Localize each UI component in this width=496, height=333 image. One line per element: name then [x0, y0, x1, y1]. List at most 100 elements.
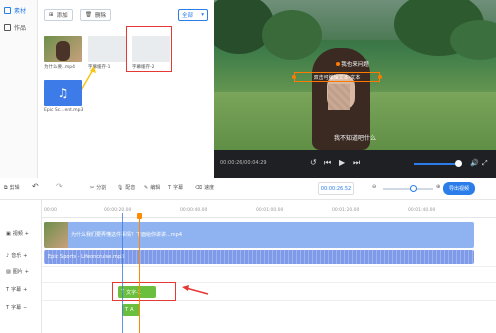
preview-player: 我也来问题 双击可编辑文本-文本 我不知道吧什么 00:00:26/00:04:… [214, 0, 496, 178]
zoom-out-icon[interactable]: ⊖ [372, 184, 376, 190]
volume-icon[interactable]: 🔊 [470, 158, 479, 168]
play-icon[interactable]: ▶ [339, 158, 345, 168]
track-label-text: 字幕 [11, 287, 22, 293]
add-button-label: 添加 [56, 13, 68, 19]
clip-thumbnail [44, 222, 68, 248]
mosaic-blur [328, 84, 350, 110]
track-label-text: 音乐 [11, 253, 22, 259]
add-icon[interactable]: + [23, 287, 27, 293]
edit-label: 编辑 [150, 185, 161, 191]
split-button[interactable]: ✂ 分割 [90, 184, 107, 192]
time-ruler[interactable]: 00:00 00:00:20.00 00:00:40.00 00:01:00.0… [42, 200, 496, 218]
audio-clip[interactable]: Epic Sports - Lifeoncruise.mp3 [44, 250, 474, 264]
voice-button[interactable]: 🎙 配音 [117, 184, 136, 192]
text-track-icon: T [6, 286, 10, 293]
edit-button[interactable]: ✎ 编辑 [144, 184, 161, 192]
tick-label: 00:00:40.00 [180, 208, 208, 213]
video-track-icon: ▣ [6, 230, 11, 237]
video-frame[interactable]: 我也来问题 双击可编辑文本-文本 我不知道吧什么 [214, 0, 496, 150]
tree [450, 20, 496, 60]
overlay-text-top: 我也来问题 [341, 62, 369, 68]
track-label-subtitle-1: T 字幕 + [6, 286, 27, 294]
track-labels: ▣ 视频 + ♪ 音乐 + ▨ 图片 + T 字幕 + T 字幕 − [0, 200, 42, 333]
track-divider [42, 282, 496, 283]
media-caption: Epic Sc...ent.mp3 [44, 108, 84, 113]
zoom-in-icon[interactable]: ⊕ [436, 184, 440, 190]
music-track-icon: ♪ [6, 252, 10, 259]
current-time-field[interactable]: 00:00:26.52 [318, 182, 354, 195]
fullscreen-icon[interactable]: ⤢ [482, 158, 488, 168]
subtitle-button[interactable]: T 字幕 [168, 184, 184, 192]
playhead-handle[interactable] [137, 213, 142, 219]
next-frame-icon[interactable]: ⏭ [353, 158, 360, 168]
playhead[interactable] [139, 213, 140, 333]
split-label: 分割 [96, 185, 107, 191]
redo-icon[interactable]: ↷ [56, 182, 63, 191]
media-thumb-subtitle-1[interactable] [88, 36, 126, 62]
delete-button-label: 删除 [94, 13, 106, 19]
edit-mode-toggle[interactable]: ⧉ 剪辑 [4, 184, 20, 192]
playback-time: 00:00:26/00:04:29 [220, 160, 267, 166]
text-edit-box[interactable]: 双击可编辑文本-文本 [292, 62, 382, 82]
tick-label: 00:00:20.00 [104, 208, 132, 213]
trash-icon: 🗑 [85, 12, 92, 18]
track-label-image: ▨ 图片 + [6, 268, 29, 276]
prev-frame-icon[interactable]: ⏮ [324, 158, 331, 168]
sidebar-item-works[interactable]: 作品 [0, 20, 37, 34]
text-track-icon: T [6, 304, 10, 311]
text-clip-icon: T [125, 307, 129, 313]
add-button[interactable]: ⊞ 添加 [44, 9, 73, 21]
folder-icon [4, 6, 11, 14]
zoom-slider[interactable] [383, 188, 433, 190]
marker-line [122, 213, 123, 333]
track-label-text: 视频 [12, 231, 23, 237]
plus-icon: ⊞ [49, 12, 54, 18]
track-label-music: ♪ 音乐 + [6, 252, 27, 260]
highlight-box [126, 26, 172, 72]
media-thumb-audio[interactable]: ♫ [44, 80, 82, 106]
rotate-handle[interactable] [336, 62, 340, 66]
tick-label: 00:01:20.00 [332, 208, 360, 213]
speed-button[interactable]: ⌫ 速度 [195, 184, 215, 192]
undo-icon[interactable]: ↶ [32, 182, 39, 191]
volume-slider[interactable] [414, 163, 460, 165]
replay-icon[interactable]: ↺ [310, 158, 317, 168]
volume-knob[interactable] [455, 160, 462, 167]
track-label-text: 字幕 [11, 305, 22, 311]
video-clip[interactable]: 为什么我们要弄懂这件事情？下面给你讲讲...mp4 [44, 222, 474, 248]
sidebar: 素材 作品 [0, 0, 38, 178]
add-icon[interactable]: + [23, 253, 27, 259]
add-icon[interactable]: + [25, 231, 29, 237]
text-clip-label: A [130, 307, 134, 313]
track-divider [42, 300, 496, 301]
delete-button[interactable]: 🗑 删除 [80, 9, 111, 21]
media-thumb-video[interactable] [44, 36, 82, 62]
speed-label: 速度 [204, 185, 215, 191]
remove-icon[interactable]: − [23, 305, 27, 311]
media-library: ⊞ 添加 🗑 删除 全部 ▾ 为什么要..mp4 字幕缓存-1 字幕缓存-2 ♫… [38, 0, 214, 178]
sidebar-item-label: 素材 [14, 7, 27, 15]
video-clip-label: 为什么我们要弄懂这件事情？下面给你讲讲...mp4 [71, 232, 182, 238]
track-label-text: 图片 [12, 269, 23, 275]
film-icon [4, 23, 11, 31]
filter-select[interactable]: 全部 ▾ [178, 9, 208, 21]
microphone-icon: 🎙 [117, 184, 124, 191]
sidebar-item-materials[interactable]: 素材 [0, 3, 37, 17]
export-button[interactable]: 导出视频 [443, 182, 475, 195]
audio-clip-label: Epic Sports - Lifeoncruise.mp3 [48, 254, 125, 260]
resize-handle[interactable] [378, 75, 382, 79]
sidebar-item-label: 作品 [14, 24, 27, 32]
track-divider [42, 266, 496, 267]
tick-label: 00:00 [44, 208, 57, 213]
tick-label: 00:01:00.00 [256, 208, 284, 213]
track-label-subtitle-2: T 字幕 − [6, 304, 27, 312]
voice-label: 配音 [125, 185, 136, 191]
resize-handle[interactable] [292, 75, 296, 79]
text-clip-2[interactable]: T A [122, 304, 140, 316]
subtitle-label: 字幕 [173, 185, 184, 191]
add-icon[interactable]: + [25, 269, 29, 275]
cut-icon: ⧉ [4, 184, 8, 191]
zoom-knob[interactable] [410, 185, 417, 192]
track-label-video: ▣ 视频 + [6, 230, 29, 238]
subtitle-text: 我不知道吧什么 [333, 135, 376, 142]
